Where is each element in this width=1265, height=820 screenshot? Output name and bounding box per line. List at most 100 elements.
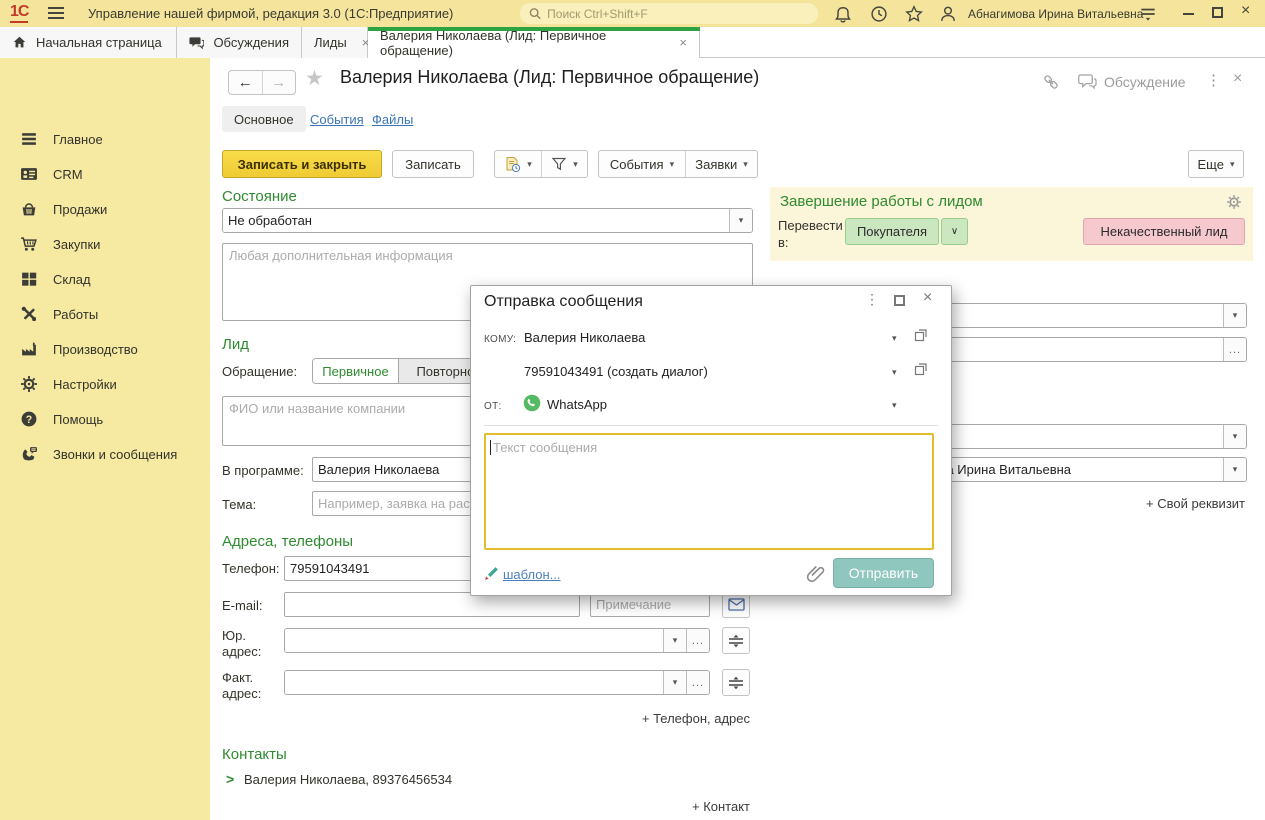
main-menu-icon[interactable] [48, 7, 64, 22]
legal-address-form-button[interactable] [722, 627, 750, 654]
tab-leads[interactable]: Лиды × [302, 27, 368, 58]
titlebar: 1С Управление нашей фирмой, редакция 3.0… [0, 0, 1265, 27]
from-dropdown-icon[interactable]: ▾ [892, 400, 897, 411]
current-user-name[interactable]: Абнагимова Ирина Витальевна [968, 7, 1143, 21]
to-dropdown-icon[interactable]: ▾ [892, 333, 897, 344]
history-icon[interactable] [869, 4, 889, 24]
sidebar-item-sales[interactable]: Продажи [0, 196, 210, 222]
back-button[interactable]: ← [229, 71, 263, 94]
dropdown-arrow-icon: ▾ [527, 159, 532, 170]
state-input[interactable] [223, 209, 729, 232]
state-dropdown-button[interactable]: ▾ [729, 209, 752, 232]
organization-dropdown-button[interactable]: ▾ [1223, 425, 1246, 448]
actual-address-more-button[interactable]: ... [686, 671, 709, 694]
sidebar-item-production[interactable]: Производство [0, 336, 210, 362]
link-icon[interactable] [1042, 73, 1060, 91]
sidebar-item-settings[interactable]: Настройки [0, 371, 210, 397]
tab-close-icon[interactable]: × [679, 35, 687, 50]
send-button[interactable]: Отправить [833, 558, 934, 588]
actual-address-form-button[interactable] [722, 669, 750, 696]
active-tab-underline [368, 27, 700, 31]
menu-icon [20, 130, 38, 148]
sidebar-item-label: Главное [53, 132, 103, 147]
kebab-menu-icon[interactable]: ⋮ [1206, 71, 1221, 89]
add-phone-address-link[interactable]: + Телефон, адрес [642, 711, 750, 726]
to-recipient-value[interactable]: Валерия Николаева [524, 330, 645, 345]
nav-tab-events[interactable]: События [310, 112, 364, 127]
text-caret [490, 440, 491, 455]
dialog-separator [484, 425, 938, 426]
panel-gear-icon[interactable] [1226, 194, 1242, 210]
tab-discussions[interactable]: Обсуждения [177, 27, 302, 58]
open-recipient-icon[interactable] [914, 328, 928, 342]
page-close-icon[interactable]: × [1233, 70, 1242, 88]
nav-tab-files[interactable]: Файлы [372, 112, 413, 127]
dialog-maximize-icon[interactable] [894, 295, 905, 306]
discussion-link[interactable]: Обсуждение [1104, 74, 1186, 90]
window-close-button[interactable]: × [1241, 2, 1250, 20]
phone-dropdown-icon[interactable]: ▾ [892, 367, 897, 378]
appeal-primary-option[interactable]: Первичное [313, 359, 399, 383]
search-input[interactable] [547, 7, 809, 21]
notifications-bell-icon[interactable] [833, 4, 853, 24]
discussion-icon [1078, 73, 1097, 90]
to-phone-value[interactable]: 79591043491 (создать диалог) [524, 364, 708, 379]
factory-icon [20, 340, 38, 358]
source-dropdown-button[interactable]: ▾ [1223, 304, 1246, 327]
events-menu-button[interactable]: События ▾ [599, 151, 685, 177]
add-contact-link[interactable]: + Контакт [692, 799, 750, 814]
minimize-button[interactable] [1183, 13, 1194, 15]
sidebar-item-calls-messages[interactable]: Звонки и сообщения [0, 441, 210, 467]
sidebar-item-crm[interactable]: CRM [0, 161, 210, 187]
contact-expand-chevron[interactable]: > [226, 771, 234, 787]
sidebar-item-warehouse[interactable]: Склад [0, 266, 210, 292]
sidebar-item-works[interactable]: Работы [0, 301, 210, 327]
paperclip-icon[interactable] [804, 562, 826, 584]
phone-message-icon [20, 445, 38, 463]
transfer-to-buyer-button[interactable]: Покупателя [845, 218, 939, 245]
pencil-icon[interactable] [484, 566, 499, 581]
sidebar-item-help[interactable]: ? Помощь [0, 406, 210, 432]
forward-button[interactable]: → [263, 71, 296, 94]
sidebar-item-label: CRM [53, 167, 83, 182]
send-message-dialog: Отправка сообщения ⋮ × КОМУ: Валерия Ник… [470, 285, 952, 596]
contact-item[interactable]: Валерия Николаева, 89376456534 [244, 772, 452, 787]
save-close-button[interactable]: Записать и закрыть [222, 150, 382, 178]
sidebar-item-label: Продажи [53, 202, 107, 217]
tab-lead-card[interactable]: Валерия Николаева (Лид: Первичное обраще… [368, 27, 700, 58]
transfer-options-button[interactable]: ∨ [941, 218, 968, 245]
from-channel-value[interactable]: WhatsApp [547, 397, 607, 412]
sidebar-item-purchases[interactable]: Закупки [0, 231, 210, 257]
dialog-close-icon[interactable]: × [923, 289, 932, 307]
whatsapp-icon [523, 394, 541, 412]
actual-address-input[interactable] [285, 671, 663, 694]
gear-icon [20, 375, 38, 393]
favorites-star-icon[interactable] [904, 4, 924, 24]
responsible-dropdown-button[interactable]: ▾ [1223, 458, 1246, 481]
nav-tab-main[interactable]: Основное [222, 106, 306, 132]
actual-address-dropdown-button[interactable]: ▾ [663, 671, 686, 694]
custom-field-link[interactable]: + Свой реквизит [1146, 496, 1245, 511]
transfer-label: Перевести в: [778, 217, 844, 251]
sidebar-item-main[interactable]: Главное [0, 126, 210, 152]
create-event-button[interactable]: ▾ [495, 151, 541, 177]
open-dialog-icon[interactable] [914, 362, 928, 376]
dialog-kebab-icon[interactable]: ⋮ [865, 291, 879, 308]
bad-lead-button[interactable]: Некачественный лид [1083, 218, 1245, 245]
legal-address-input[interactable] [285, 629, 663, 652]
favorite-star-icon[interactable]: ★ [305, 66, 324, 91]
requests-menu-button[interactable]: Заявки ▾ [685, 151, 757, 177]
tags-more-button[interactable]: ... [1223, 338, 1246, 361]
crm-card-icon [20, 165, 38, 183]
save-button[interactable]: Записать [392, 150, 474, 178]
filter-button[interactable]: ▾ [541, 151, 587, 177]
user-icon[interactable] [938, 4, 958, 24]
legal-address-dropdown-button[interactable]: ▾ [663, 629, 686, 652]
functions-menu-icon[interactable] [1138, 4, 1158, 24]
legal-address-more-button[interactable]: ... [686, 629, 709, 652]
more-button[interactable]: Еще ▾ [1188, 150, 1244, 178]
message-text-input[interactable] [484, 433, 934, 550]
tab-home[interactable]: Начальная страница [0, 27, 177, 58]
template-link[interactable]: шаблон... [503, 567, 561, 582]
maximize-button[interactable] [1212, 7, 1223, 18]
